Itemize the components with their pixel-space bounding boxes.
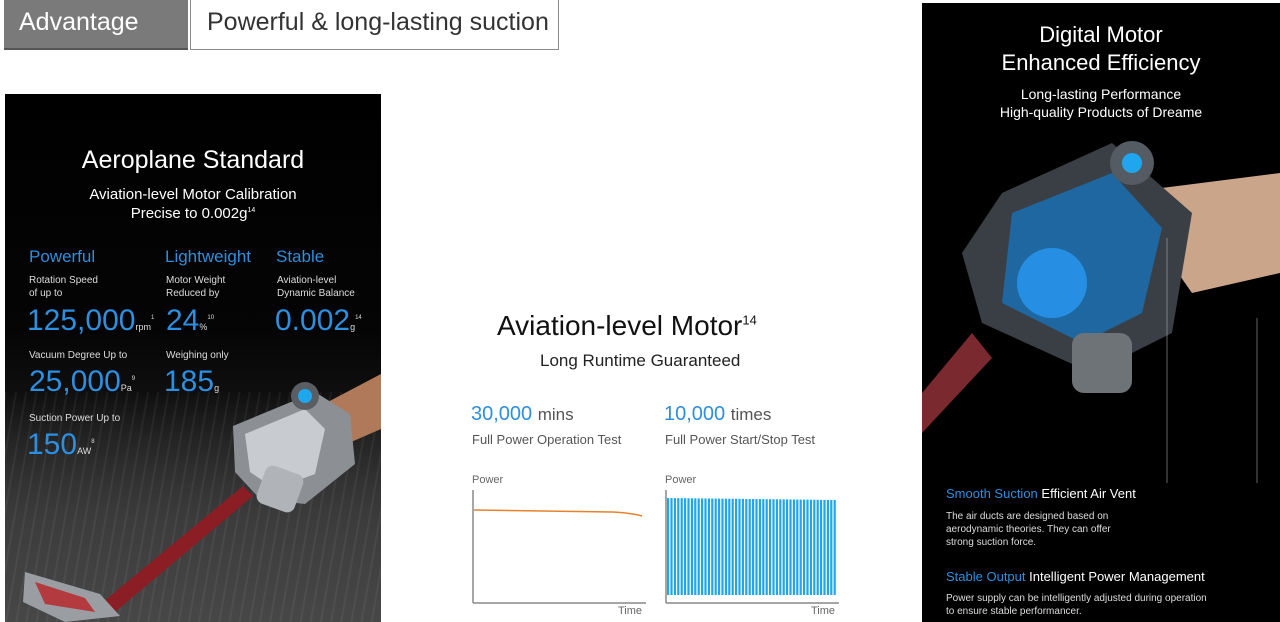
- start-stop-cycle-bar: [762, 499, 765, 595]
- aeroplane-standard-panel: Aeroplane Standard Aviation-level Motor …: [5, 94, 381, 622]
- start-stop-cycle-bar: [738, 498, 741, 595]
- start-stop-cycle-bar: [772, 499, 775, 595]
- middle-title: Aviation-level Motor14: [497, 310, 757, 341]
- start-stop-cycle-bar: [765, 499, 768, 595]
- start-stop-cycle-bar: [792, 499, 795, 595]
- start-stop-cycle-bar: [697, 498, 700, 595]
- start-stop-cycle-bar: [677, 498, 680, 595]
- operation-power-chart: [472, 490, 646, 604]
- start-stop-cycle-bar: [704, 498, 707, 595]
- start-stop-cycle-bar: [809, 499, 812, 595]
- start-stop-cycle-bar: [806, 499, 809, 595]
- digital-motor-image: [922, 141, 1280, 483]
- feature-stable-value: 0.002g14: [275, 304, 362, 337]
- left-panel-title: Aeroplane Standard: [81, 146, 305, 174]
- start-stop-cycle-bar: [769, 499, 772, 595]
- smooth-suction-body: The air ducts are designed based on aerod…: [946, 511, 1111, 548]
- right-title-1: Digital Motor: [1039, 22, 1163, 47]
- motor-glow: [1017, 248, 1087, 318]
- start-stop-cycle-bar: [820, 499, 823, 595]
- stat-startstop-desc: Full Power Start/Stop Test: [665, 432, 816, 447]
- stat-startstop-value: 10,000 times: [664, 403, 772, 425]
- chart2-x-label: Time: [811, 605, 836, 617]
- start-stop-cycle-bar: [724, 498, 727, 595]
- start-stop-cycle-bar: [721, 498, 724, 595]
- feature-powerful-label: Powerful: [29, 247, 96, 266]
- start-stop-cycle-bar: [707, 498, 710, 595]
- feature-stable-label: Stable: [276, 247, 325, 266]
- start-stop-cycle-bar: [833, 499, 836, 595]
- feature-stable-desc: Aviation-level Dynamic Balance: [277, 275, 355, 299]
- feature-lightweight-value: 24%10: [166, 304, 215, 337]
- start-stop-cycle-bar: [775, 499, 778, 595]
- start-stop-cycle-bar: [731, 498, 734, 595]
- start-stop-cycle-bar: [667, 498, 670, 595]
- start-stop-cycle-bar: [694, 498, 697, 595]
- start-stop-cycle-bar: [714, 498, 717, 595]
- start-stop-cycle-bar: [782, 499, 785, 595]
- stable-output-title: Stable Output Intelligent Power Manageme…: [946, 569, 1205, 584]
- startstop-power-chart: [665, 490, 839, 604]
- start-stop-cycle-bar: [687, 498, 690, 595]
- tube-segment: [922, 333, 992, 433]
- tab-bar: Advantage Powerful & long-lasting suctio…: [4, 0, 559, 50]
- feature-lightweight-desc: Motor Weight Reduced by: [166, 275, 226, 299]
- vacuum-cleaner-image: [23, 374, 381, 622]
- tab-advantage[interactable]: Advantage: [4, 0, 188, 50]
- start-stop-cycle-bar: [684, 498, 687, 595]
- start-stop-cycle-bar: [813, 499, 816, 595]
- chart1-power-line: [473, 509, 643, 517]
- start-stop-cycle-bar: [796, 499, 799, 595]
- stat-operation-desc: Full Power Operation Test: [472, 432, 622, 447]
- start-stop-cycle-bar: [741, 498, 744, 595]
- stat-operation-value: 30,000 mins: [471, 403, 574, 425]
- start-stop-cycle-bar: [816, 499, 819, 595]
- right-tagline-2: High-quality Products of Dreame: [999, 104, 1203, 120]
- start-stop-cycle-bar: [826, 499, 829, 595]
- start-stop-cycle-bar: [779, 499, 782, 595]
- right-tagline-1: Long-lasting Performance: [1020, 86, 1182, 102]
- start-stop-cycle-bar: [752, 499, 755, 595]
- start-stop-cycle-bar: [728, 498, 731, 595]
- start-stop-cycle-bar: [755, 499, 758, 595]
- start-stop-cycle-bar: [830, 499, 833, 595]
- dustbin: [1072, 333, 1132, 393]
- start-stop-cycle-bar: [745, 498, 748, 595]
- start-stop-cycle-bar: [680, 498, 683, 595]
- smooth-suction-title: Smooth Suction Efficient Air Vent: [946, 486, 1136, 501]
- start-stop-cycle-bar: [786, 499, 789, 595]
- start-stop-cycle-bar: [670, 498, 673, 595]
- right-title-2: Enhanced Efficiency: [1001, 50, 1201, 75]
- vacuum-tube: [103, 486, 253, 612]
- start-stop-cycle-bar: [701, 498, 704, 595]
- stable-output-body: Power supply can be intelligently adjust…: [946, 593, 1207, 617]
- start-stop-cycle-bar: [748, 498, 751, 595]
- display-light: [1122, 153, 1142, 173]
- left-panel-subtitle-2: Precise to 0.002g14: [130, 205, 256, 222]
- start-stop-cycle-bar: [735, 498, 738, 595]
- feature-powerful-value: 125,000rpm1: [27, 304, 155, 337]
- start-stop-cycle-bar: [673, 498, 676, 595]
- start-stop-cycle-bar: [718, 498, 721, 595]
- start-stop-cycle-bar: [789, 499, 792, 595]
- page: Advantage Powerful & long-lasting suctio…: [0, 0, 1280, 622]
- middle-subtitle: Long Runtime Guaranteed: [540, 351, 741, 370]
- start-stop-cycle-bar: [758, 499, 761, 595]
- tab-title: Powerful & long-lasting suction: [190, 0, 559, 50]
- vacuum-display-light: [298, 389, 312, 403]
- start-stop-cycle-bar: [711, 498, 714, 595]
- feature-powerful-desc: Rotation Speed of up to: [29, 275, 98, 299]
- feature-lightweight-label: Lightweight: [165, 247, 252, 266]
- start-stop-cycle-bar: [823, 499, 826, 595]
- start-stop-cycle-bar: [799, 499, 802, 595]
- chart2-y-label: Power: [665, 474, 697, 486]
- digital-motor-panel: Digital Motor Enhanced Efficiency Long-l…: [922, 3, 1280, 622]
- chart2-cycle-bars: [667, 498, 836, 595]
- chart1-x-label: Time: [618, 605, 643, 617]
- start-stop-cycle-bar: [803, 499, 806, 595]
- chart1-y-label: Power: [472, 474, 504, 486]
- left-panel-subtitle-1: Aviation-level Motor Calibration: [89, 186, 297, 203]
- start-stop-cycle-bar: [690, 498, 693, 595]
